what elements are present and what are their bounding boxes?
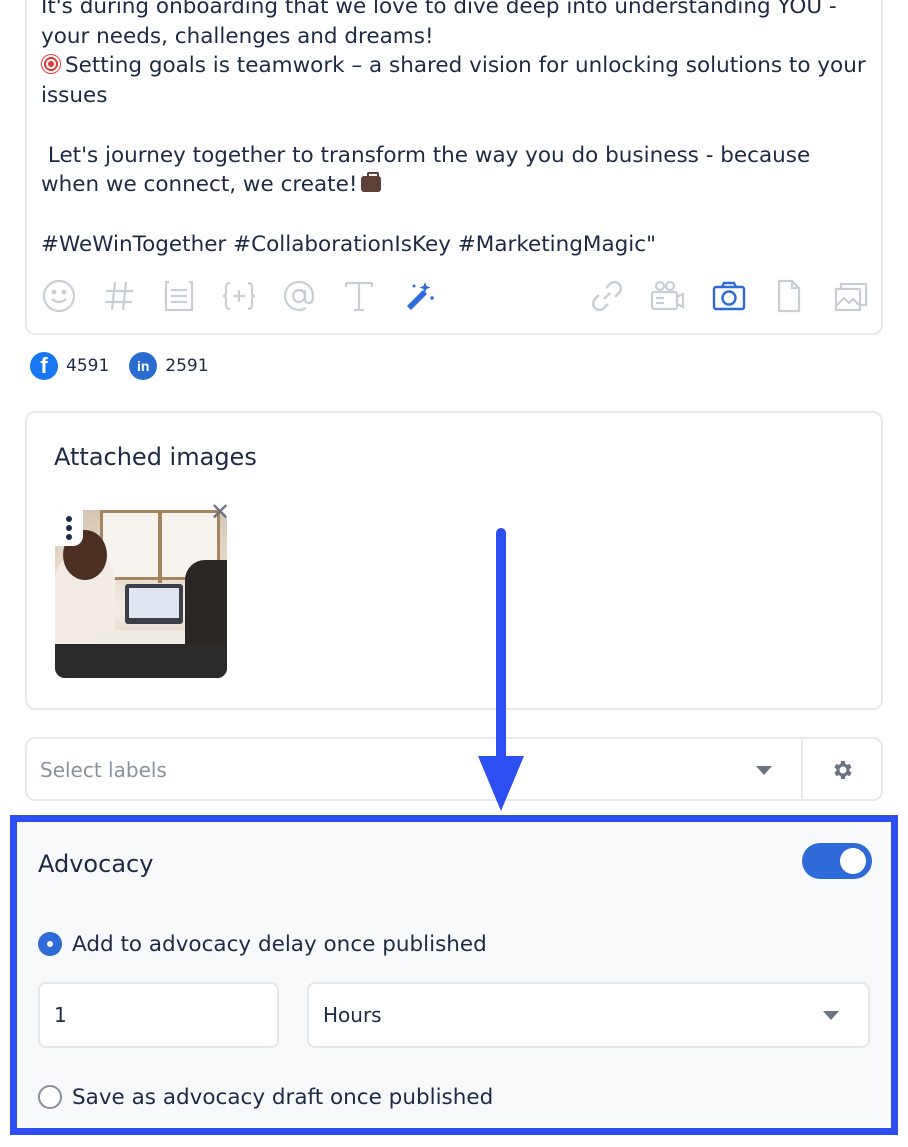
target-emoji-icon [41, 54, 61, 75]
composer-toolbar [39, 276, 873, 316]
camera-icon[interactable] [709, 276, 749, 316]
template-icon[interactable] [159, 276, 199, 316]
labels-select[interactable]: Select labels [25, 737, 883, 801]
advocacy-title: Advocacy [38, 850, 154, 878]
mention-icon[interactable] [279, 276, 319, 316]
draft-radio[interactable] [38, 1085, 62, 1109]
remove-image-icon[interactable]: ✕ [207, 499, 233, 525]
magic-wand-icon[interactable] [399, 276, 439, 316]
facebook-count: 4591 [66, 356, 110, 376]
post-text-goal: Setting goals is teamwork – a shared vis… [41, 53, 866, 198]
draft-option-label: Save as advocacy draft once published [72, 1084, 494, 1110]
hashtag-icon[interactable] [99, 276, 139, 316]
post-text-intro: It's during onboarding that we love to d… [41, 0, 837, 49]
delay-unit-select[interactable]: Hours [307, 982, 870, 1048]
attached-images-panel: Attached images ✕ [25, 411, 883, 710]
post-hashtags: #WeWinTogether #CollaborationIsKey #Mark… [41, 231, 656, 257]
advocacy-delay-option[interactable]: Add to advocacy delay once published [38, 929, 487, 959]
gear-icon[interactable] [831, 758, 855, 782]
down-arrow-annotation [478, 528, 524, 811]
briefcase-emoji-icon [361, 172, 382, 193]
chevron-down-icon[interactable] [756, 766, 772, 775]
linkedin-reach: in 2591 [129, 352, 209, 380]
labels-placeholder[interactable]: Select labels [40, 758, 167, 782]
advocacy-toggle[interactable] [802, 843, 872, 879]
advocacy-panel: Advocacy Add to advocacy delay once publ… [10, 815, 898, 1135]
delay-radio[interactable] [38, 932, 62, 956]
facebook-reach: f 4591 [30, 352, 109, 380]
document-icon[interactable] [769, 276, 809, 316]
linkedin-icon: in [129, 352, 158, 380]
delay-value-input[interactable] [38, 982, 279, 1048]
attached-images-title: Attached images [54, 443, 257, 471]
network-reach: f 4591 in 2591 [30, 350, 229, 382]
attached-image-thumbnail[interactable] [55, 510, 227, 678]
text-format-icon[interactable] [339, 276, 379, 316]
chevron-down-icon[interactable] [823, 1011, 839, 1020]
post-text[interactable]: It's during onboarding that we love to d… [41, 0, 871, 259]
post-composer[interactable]: It's during onboarding that we love to d… [25, 0, 883, 335]
video-icon[interactable] [647, 276, 687, 316]
delay-unit-value: Hours [323, 1003, 382, 1027]
gallery-icon[interactable] [831, 276, 871, 316]
emoji-icon[interactable] [39, 276, 79, 316]
delay-option-label: Add to advocacy delay once published [72, 931, 487, 957]
facebook-icon: f [30, 352, 58, 380]
linkedin-count: 2591 [165, 356, 209, 376]
variable-icon[interactable] [219, 276, 259, 316]
thumbnail-floor [55, 644, 227, 678]
link-icon[interactable] [587, 276, 627, 316]
thumbnail-laptop [125, 584, 183, 624]
image-options-icon[interactable] [55, 510, 83, 546]
labels-divider [801, 739, 803, 801]
advocacy-draft-option[interactable]: Save as advocacy draft once published [38, 1082, 493, 1112]
